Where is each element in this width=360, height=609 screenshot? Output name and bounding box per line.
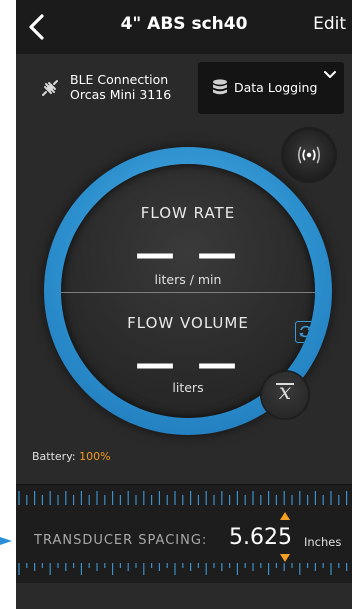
edit-button[interactable]: Edit [313, 14, 346, 34]
flow-volume-title: FLOW VOLUME [127, 314, 249, 332]
increase-arrow-icon[interactable] [280, 512, 290, 520]
ruler-scale-top [18, 491, 348, 505]
x-bar-mean-icon: x [262, 380, 308, 405]
page-title: 4" ABS sch40 [120, 14, 248, 34]
swap-units-button[interactable] [295, 321, 315, 343]
data-logging-dropdown[interactable]: Data Logging [198, 62, 344, 114]
gauge-divider [61, 292, 315, 293]
flow-rate-title: FLOW RATE [140, 204, 236, 222]
device-name-label: Orcas Mini 3116 [70, 87, 172, 102]
pointer-arrow-icon [0, 537, 12, 545]
transducer-spacing-value: 5.625 [229, 525, 292, 550]
transducer-spacing-label: TRANSDUCER SPACING: [34, 533, 208, 548]
bottom-area [16, 583, 352, 609]
battery-status: Battery: 100% [32, 450, 111, 463]
chevron-down-icon [324, 71, 336, 78]
app-screen: 4" ABS sch40 Edit BLE Connection Orcas M… [16, 0, 352, 609]
database-icon [213, 79, 227, 95]
flow-rate-value: — — [135, 231, 241, 277]
swap-units-icon [299, 325, 312, 338]
connection-type-label: BLE Connection [70, 72, 169, 87]
battery-percentage: 100% [79, 450, 111, 463]
data-logging-label: Data Logging [234, 80, 318, 95]
ruler-scale-bottom [18, 563, 348, 575]
bluetooth-disconnected-icon [42, 80, 58, 96]
x-bar-mean-button[interactable]: x [262, 372, 308, 418]
flow-rate-unit: liters / min [154, 272, 222, 287]
transducer-spacing-unit: Inches [304, 535, 342, 549]
battery-label: Battery: [32, 450, 76, 463]
transducer-spacing-panel[interactable]: TRANSDUCER SPACING: 5.625 Inches [16, 484, 352, 584]
top-navigation-bar: 4" ABS sch40 Edit [16, 0, 352, 54]
